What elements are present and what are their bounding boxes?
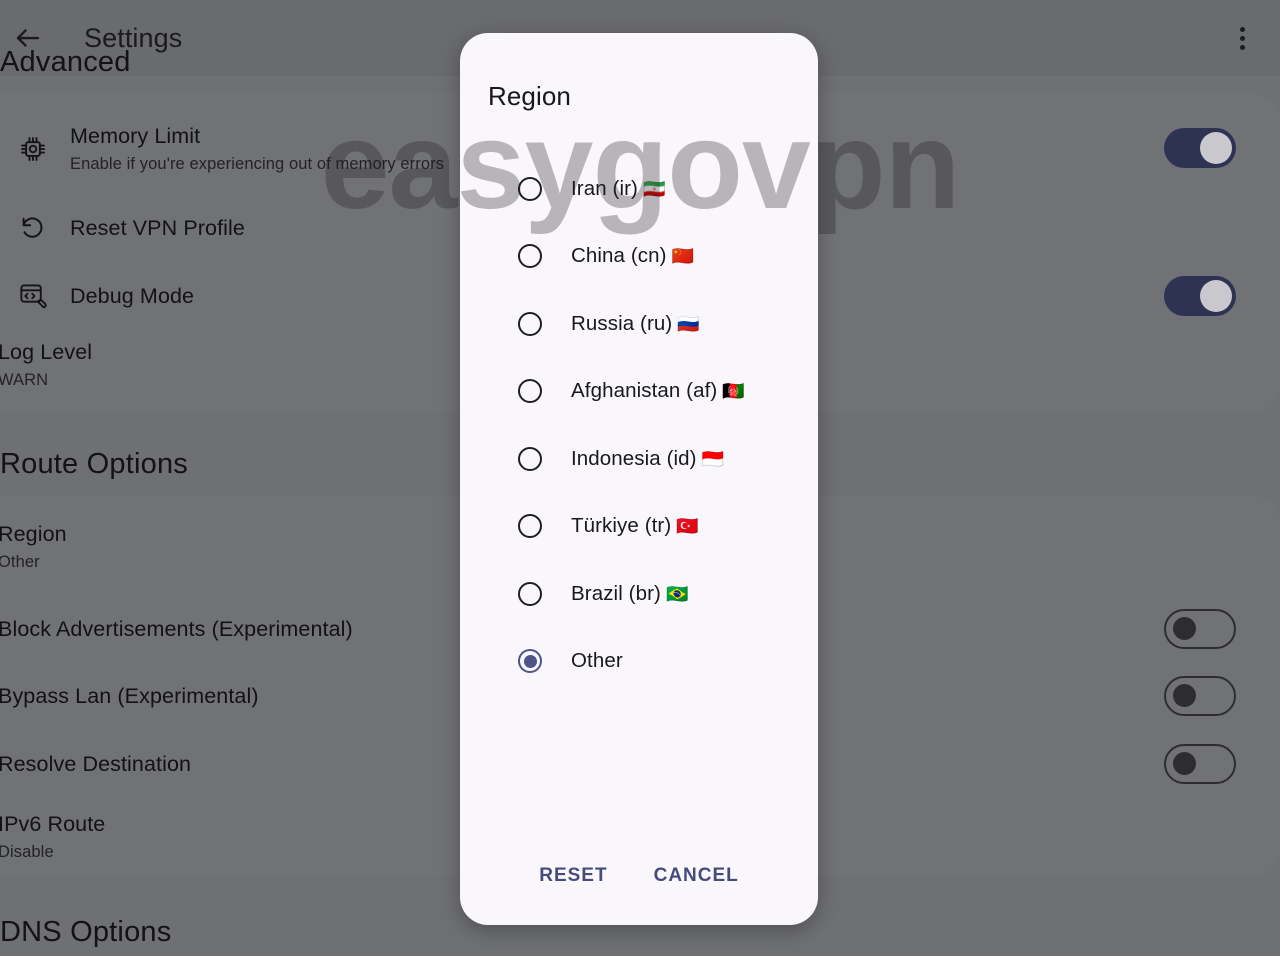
flag-icon-ir: 🇮🇷 — [642, 178, 666, 199]
reset-arrow-icon — [0, 213, 70, 243]
region-option-brazil[interactable]: Brazil (br) 🇧🇷 — [460, 560, 818, 628]
flag-icon-br: 🇧🇷 — [665, 583, 689, 604]
section-header-route-options: Route Options — [0, 448, 188, 480]
more-options-button[interactable] — [1216, 12, 1268, 64]
region-option-label: Türkiye (tr) 🇹🇷 — [571, 514, 699, 538]
debug-code-wrench-icon — [0, 281, 70, 311]
dialog-title: Region — [488, 81, 571, 111]
region-radio-group: Iran (ir) 🇮🇷 China (cn) 🇨🇳 Russia (ru) 🇷🇺 A… — [460, 155, 818, 695]
bypass-lan-toggle[interactable] — [1164, 676, 1236, 716]
more-vertical-icon-dot — [1239, 35, 1245, 41]
toggle-thumb — [1173, 752, 1196, 775]
section-header-dns-options: DNS Options — [0, 916, 172, 948]
toggle-thumb — [1173, 684, 1196, 707]
toggle-thumb — [1200, 132, 1232, 164]
radio-icon[interactable] — [518, 379, 542, 404]
toggle-thumb — [1173, 617, 1196, 640]
region-option-label: Afghanistan (af) 🇦🇫 — [571, 379, 745, 403]
region-option-iran[interactable]: Iran (ir) 🇮🇷 — [460, 155, 818, 223]
flag-icon-af: 🇦🇫 — [722, 381, 745, 402]
region-option-russia[interactable]: Russia (ru) 🇷🇺 — [460, 290, 818, 358]
region-option-label: China (cn) 🇨🇳 — [571, 244, 695, 268]
region-option-other[interactable]: Other — [460, 628, 818, 696]
region-option-label: Brazil (br) 🇧🇷 — [571, 581, 689, 605]
region-option-label: Iran (ir) 🇮🇷 — [571, 176, 666, 200]
radio-icon[interactable] — [518, 581, 542, 606]
region-option-label: Other — [571, 649, 623, 673]
region-option-indonesia[interactable]: Indonesia (id) 🇮🇩 — [460, 425, 818, 493]
cancel-button[interactable]: CANCEL — [650, 859, 743, 893]
memory-chip-icon — [0, 134, 70, 164]
memory-limit-toggle[interactable] — [1164, 128, 1236, 168]
radio-icon[interactable] — [518, 514, 542, 539]
block-advertisements-toggle[interactable] — [1164, 609, 1236, 649]
radio-icon[interactable] — [518, 244, 542, 269]
dialog-action-bar: RESET CANCEL — [460, 859, 818, 893]
region-option-label: Indonesia (id) 🇮🇩 — [571, 446, 725, 470]
more-vertical-icon-dot — [1239, 44, 1245, 50]
region-dialog: Region Iran (ir) 🇮🇷 China (cn) 🇨🇳 Russia (… — [460, 33, 818, 925]
debug-mode-toggle[interactable] — [1164, 276, 1236, 316]
toggle-thumb — [1200, 280, 1232, 312]
reset-button[interactable]: RESET — [535, 859, 611, 893]
flag-icon-ru: 🇷🇺 — [677, 313, 700, 334]
radio-icon[interactable] — [518, 176, 542, 201]
section-header-advanced: Advanced — [0, 46, 131, 78]
resolve-destination-toggle[interactable] — [1164, 744, 1236, 784]
region-option-china[interactable]: China (cn) 🇨🇳 — [460, 223, 818, 291]
radio-icon[interactable] — [518, 446, 542, 471]
region-option-label: Russia (ru) 🇷🇺 — [571, 311, 700, 335]
flag-icon-cn: 🇨🇳 — [671, 246, 695, 267]
flag-icon-id: 🇮🇩 — [701, 448, 725, 469]
region-option-afghanistan[interactable]: Afghanistan (af) 🇦🇫 — [460, 358, 818, 426]
flag-icon-tr: 🇹🇷 — [676, 516, 699, 537]
app-root: Settings Advanced Memory Limit Enable if… — [0, 0, 1280, 956]
radio-icon[interactable] — [518, 311, 542, 336]
more-vertical-icon-dot — [1239, 26, 1245, 32]
radio-icon-selected[interactable] — [518, 649, 542, 674]
region-option-turkiye[interactable]: Türkiye (tr) 🇹🇷 — [460, 493, 818, 561]
